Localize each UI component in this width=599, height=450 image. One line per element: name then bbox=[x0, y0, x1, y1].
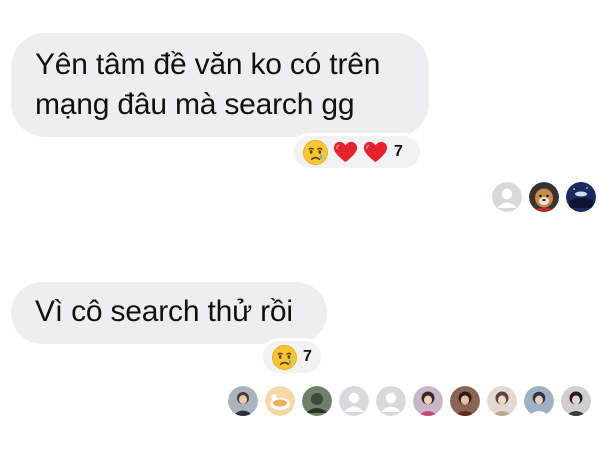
message-text-line: Yên tâm đề văn ko có trên bbox=[35, 48, 381, 81]
night-sky-avatar[interactable] bbox=[566, 182, 596, 212]
seen-by-row[interactable] bbox=[485, 182, 596, 212]
default-avatar[interactable] bbox=[376, 386, 406, 416]
seen-by-row[interactable] bbox=[221, 386, 591, 416]
message-text-line: mạng đâu mà search gg bbox=[35, 88, 355, 121]
reaction-count: 7 bbox=[303, 348, 312, 365]
dog-photo-avatar[interactable] bbox=[529, 182, 559, 212]
cartoon-avatar[interactable] bbox=[265, 386, 295, 416]
portrait-avatar[interactable] bbox=[487, 386, 517, 416]
message-bubble[interactable]: Vì cô search thử rồi bbox=[11, 282, 327, 344]
portrait-avatar[interactable] bbox=[561, 386, 591, 416]
portrait-avatar[interactable] bbox=[413, 386, 443, 416]
reactions-summary[interactable]: 7 bbox=[260, 338, 324, 376]
default-avatar[interactable] bbox=[492, 182, 522, 212]
portrait-avatar[interactable] bbox=[524, 386, 554, 416]
red-heart-icon bbox=[362, 139, 389, 166]
portrait-avatar[interactable] bbox=[228, 386, 258, 416]
landscape-avatar[interactable] bbox=[302, 386, 332, 416]
crying-face-icon bbox=[271, 344, 298, 371]
red-heart-icon bbox=[332, 139, 359, 166]
message-bubble[interactable]: Yên tâm đề văn ko có trên mạng đâu mà se… bbox=[11, 33, 429, 137]
message-text-line: Vì cô search thử rồi bbox=[35, 295, 293, 328]
reactions-summary[interactable]: 7 bbox=[291, 133, 423, 171]
default-avatar[interactable] bbox=[339, 386, 369, 416]
crying-face-icon bbox=[302, 139, 329, 166]
reaction-count: 7 bbox=[394, 143, 403, 160]
chat-screen: Yên tâm đề văn ko có trên mạng đâu mà se… bbox=[0, 0, 599, 450]
portrait-avatar[interactable] bbox=[450, 386, 480, 416]
